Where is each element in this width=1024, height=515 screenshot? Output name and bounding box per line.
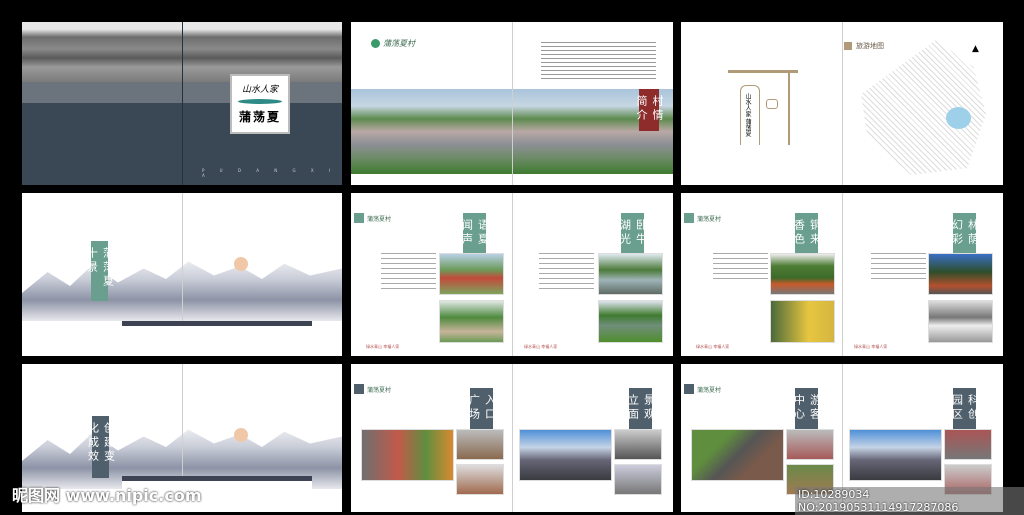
- scenic-photo[interactable]: [439, 253, 504, 295]
- body-text: [539, 253, 594, 293]
- village-logo: 蒲荡夏村: [354, 213, 391, 223]
- ink-houses: [122, 321, 312, 356]
- intro-paragraph: [541, 42, 656, 82]
- village-logo: 蒲荡夏村: [371, 38, 415, 49]
- project-photo[interactable]: [456, 429, 504, 460]
- cover-title-badge: 山水人家 蒲荡夏: [230, 74, 290, 134]
- section-label: 卧牛湖光: [619, 213, 648, 258]
- cover-spread: 山水人家 蒲荡夏 P U D A N G X I A: [22, 22, 342, 185]
- section-label: 游客中心: [793, 388, 822, 433]
- gate-title: 山水人家 蒲荡夏: [744, 93, 751, 137]
- section-label: 创建变化成效: [87, 416, 116, 478]
- section-label: 语夏闻声: [461, 213, 490, 258]
- map-spread: 山水人家 蒲荡夏 旅游地图 ▲: [681, 22, 1003, 185]
- village-logo: 蒲荡夏村: [684, 213, 721, 223]
- badge-subtitle: 山水人家: [241, 85, 278, 95]
- project-photo[interactable]: [519, 429, 612, 481]
- section-label: 景观立面: [627, 388, 656, 433]
- project-photo[interactable]: [361, 429, 454, 481]
- scenic-photo[interactable]: [598, 253, 663, 295]
- scenic-photo[interactable]: [770, 253, 835, 295]
- body-text: [871, 253, 926, 283]
- project-photo[interactable]: [456, 464, 504, 495]
- section-label: 铜来香色: [793, 213, 822, 258]
- tourist-map[interactable]: [861, 40, 986, 175]
- badge-title: 蒲荡夏: [238, 110, 281, 124]
- logo-icon: [371, 39, 380, 48]
- project-photo[interactable]: [614, 464, 662, 495]
- project-photo[interactable]: [691, 429, 784, 481]
- north-arrow-icon: ▲: [972, 44, 979, 54]
- section-label: 科创园区: [951, 388, 980, 433]
- scenic-spread-1: 蒲荡夏村 语夏闻声 绿水青山 幸福人家 卧牛湖光 绿水青山 幸福人家: [351, 193, 673, 356]
- village-logo: 蒲荡夏村: [684, 384, 721, 394]
- scenic-photo[interactable]: [928, 253, 993, 295]
- project-photo[interactable]: [614, 429, 662, 460]
- watermark-left: 昵图网 www.nipic.com: [12, 486, 202, 505]
- footer-slogan: 绿水青山 幸福人家: [366, 344, 400, 349]
- project-photo[interactable]: [786, 429, 834, 460]
- change-spread-1: 蒲荡夏村 入口广场 景观立面: [351, 364, 673, 512]
- gate-emblem: 山水人家 蒲荡夏: [728, 70, 798, 145]
- body-text: [713, 253, 768, 283]
- logo-text: 蒲荡夏村: [383, 39, 415, 48]
- section-label: 村情简介: [635, 89, 664, 131]
- map-title: 旅游地图: [856, 42, 884, 50]
- ten-scenes-divider: 蒲荡夏十景: [22, 193, 342, 356]
- project-photo[interactable]: [944, 429, 992, 460]
- intro-spread: 蒲荡夏村 村情简介: [351, 22, 673, 185]
- section-label: 入口广场: [468, 388, 497, 433]
- footer-slogan: 绿水青山 幸福人家: [854, 344, 888, 349]
- project-photo[interactable]: [849, 429, 942, 481]
- body-text: [381, 253, 436, 293]
- section-label: 蒲荡夏十景: [86, 241, 115, 301]
- watermark-right: ID:10289034 NO:20190531114917287086: [795, 487, 1024, 515]
- scenic-photo[interactable]: [770, 300, 835, 343]
- lake-shape: [946, 107, 971, 129]
- footer-slogan: 绿水青山 幸福人家: [524, 344, 558, 349]
- scenic-spread-2: 蒲荡夏村 铜来香色 绿水青山 幸福人家 林荫幻彩 绿水青山 幸福人家: [681, 193, 1003, 356]
- footer-slogan: 绿水青山 幸福人家: [696, 344, 730, 349]
- scenic-photo[interactable]: [598, 300, 663, 343]
- village-logo: 蒲荡夏村: [354, 384, 391, 394]
- cover-letters: P U D A N G X I A: [202, 168, 338, 178]
- scenic-photo[interactable]: [928, 300, 993, 343]
- section-label: 林荫幻彩: [951, 213, 980, 258]
- scenic-photo[interactable]: [439, 300, 504, 343]
